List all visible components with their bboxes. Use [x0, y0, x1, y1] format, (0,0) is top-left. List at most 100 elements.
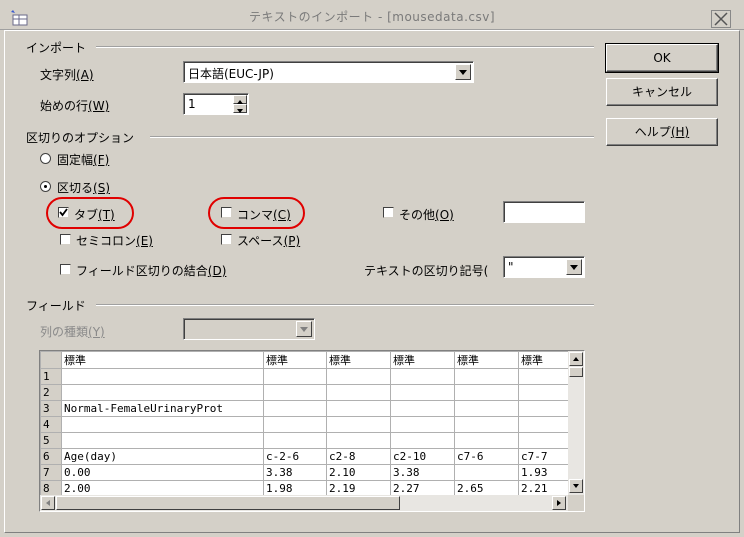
cancel-button[interactable]: キャンセル: [606, 78, 718, 106]
other-input-value: [504, 202, 584, 208]
other-checkbox[interactable]: [383, 207, 394, 218]
table-cell[interactable]: [263, 384, 327, 401]
table-cell[interactable]: 0.00: [61, 464, 264, 481]
table-cell[interactable]: [454, 384, 519, 401]
table-cell[interactable]: [61, 416, 264, 433]
import-divider: [96, 46, 594, 48]
separated-radio[interactable]: [40, 181, 51, 192]
column-header[interactable]: 標準: [326, 351, 391, 369]
charset-value: 日本語(EUC-JP): [188, 67, 274, 81]
row-header[interactable]: 7: [40, 464, 62, 481]
column-header[interactable]: 標準: [263, 351, 327, 369]
row-header[interactable]: 4: [40, 416, 62, 433]
table-cell[interactable]: c-2-6: [263, 448, 327, 465]
row-header[interactable]: 6: [40, 448, 62, 465]
table-cell[interactable]: [454, 400, 519, 417]
table-cell[interactable]: [518, 400, 569, 417]
row-header[interactable]: 1: [40, 368, 62, 385]
table-cell[interactable]: [390, 432, 455, 449]
table-cell[interactable]: c2-10: [390, 448, 455, 465]
table-row: 6 Age(day) c-2-6 c2-8 c2-10 c7-6 c7-7: [40, 448, 569, 465]
close-button[interactable]: [711, 10, 731, 28]
table-cell[interactable]: [518, 416, 569, 433]
scroll-left-icon[interactable]: [41, 496, 55, 510]
row-header[interactable]: 5: [40, 432, 62, 449]
other-input[interactable]: [503, 201, 585, 223]
chevron-down-icon[interactable]: [455, 64, 471, 80]
table-cell[interactable]: [390, 416, 455, 433]
table-cell[interactable]: [518, 384, 569, 401]
column-header[interactable]: 標準: [61, 351, 264, 369]
table-cell[interactable]: 3.38: [263, 464, 327, 481]
table-cell[interactable]: [326, 400, 391, 417]
table-cell[interactable]: Age(day): [61, 448, 264, 465]
preview-grid[interactable]: 標準 標準 標準 標準 標準 標準 1 2 3 Normal-FemaleUrinar…: [39, 350, 585, 512]
table-cell[interactable]: c2-8: [326, 448, 391, 465]
spin-up-icon[interactable]: [233, 95, 247, 104]
chevron-down-icon[interactable]: [296, 321, 312, 337]
help-button-key: (H): [670, 125, 690, 139]
table-cell[interactable]: [454, 368, 519, 385]
table-cell[interactable]: [326, 384, 391, 401]
merge-checkbox[interactable]: [60, 264, 71, 275]
row-header[interactable]: 2: [40, 384, 62, 401]
column-header[interactable]: 標準: [518, 351, 569, 369]
text-delimiter-select[interactable]: ": [503, 256, 585, 278]
table-cell[interactable]: [263, 432, 327, 449]
table-cell[interactable]: [263, 400, 327, 417]
space-checkbox[interactable]: [221, 234, 232, 245]
table-cell[interactable]: [263, 416, 327, 433]
table-cell[interactable]: [61, 368, 264, 385]
horizontal-scroll-thumb[interactable]: [56, 496, 400, 510]
vertical-scroll-thumb[interactable]: [569, 367, 583, 377]
table-cell[interactable]: Normal-FemaleUrinaryProt: [61, 400, 264, 417]
comma-label: コンマ(C): [237, 208, 291, 222]
fixed-width-radio[interactable]: [40, 153, 51, 164]
scroll-corner: [568, 495, 584, 511]
column-header[interactable]: 標準: [390, 351, 455, 369]
table-row: 3 Normal-FemaleUrinaryProt: [40, 400, 569, 417]
table-cell[interactable]: [61, 384, 264, 401]
semicolon-checkbox[interactable]: [60, 234, 71, 245]
chevron-down-icon[interactable]: [566, 259, 582, 275]
fields-divider: [96, 304, 594, 306]
help-button[interactable]: ヘルプ(H): [606, 118, 718, 146]
column-header[interactable]: 標準: [454, 351, 519, 369]
table-cell[interactable]: [454, 432, 519, 449]
table-cell[interactable]: 3.38: [390, 464, 455, 481]
table-cell[interactable]: [263, 368, 327, 385]
merge-label: フィールド区切りの結合(D): [76, 264, 227, 278]
table-cell[interactable]: [454, 464, 519, 481]
row-header[interactable]: 3: [40, 400, 62, 417]
scroll-down-icon[interactable]: [569, 479, 583, 493]
table-cell[interactable]: [326, 416, 391, 433]
column-type-select[interactable]: [183, 318, 315, 340]
table-cell[interactable]: [390, 368, 455, 385]
column-type-value: [184, 319, 314, 325]
charset-select[interactable]: 日本語(EUC-JP): [183, 61, 474, 83]
table-row: 1: [40, 368, 569, 385]
spin-down-icon[interactable]: [233, 104, 247, 113]
tab-checkbox[interactable]: [58, 207, 69, 218]
table-cell[interactable]: [390, 400, 455, 417]
table-cell[interactable]: 2.10: [326, 464, 391, 481]
start-row-spinner[interactable]: 1: [183, 93, 249, 115]
table-cell[interactable]: [518, 368, 569, 385]
fields-heading: フィールド: [26, 299, 86, 313]
table-cell[interactable]: [326, 432, 391, 449]
table-cell[interactable]: [454, 416, 519, 433]
table-cell[interactable]: [518, 432, 569, 449]
comma-checkbox[interactable]: [221, 207, 232, 218]
charset-label: 文字列(A): [40, 68, 94, 82]
table-cell[interactable]: [326, 368, 391, 385]
table-cell[interactable]: [390, 384, 455, 401]
vertical-scrollbar[interactable]: [568, 351, 584, 495]
ok-button[interactable]: OK: [605, 43, 719, 73]
scroll-up-icon[interactable]: [569, 352, 583, 366]
table-cell[interactable]: c7-6: [454, 448, 519, 465]
horizontal-scrollbar[interactable]: [40, 495, 568, 511]
table-cell[interactable]: c7-7: [518, 448, 569, 465]
table-cell[interactable]: [61, 432, 264, 449]
table-cell[interactable]: 1.93: [518, 464, 569, 481]
scroll-right-icon[interactable]: [552, 496, 566, 510]
